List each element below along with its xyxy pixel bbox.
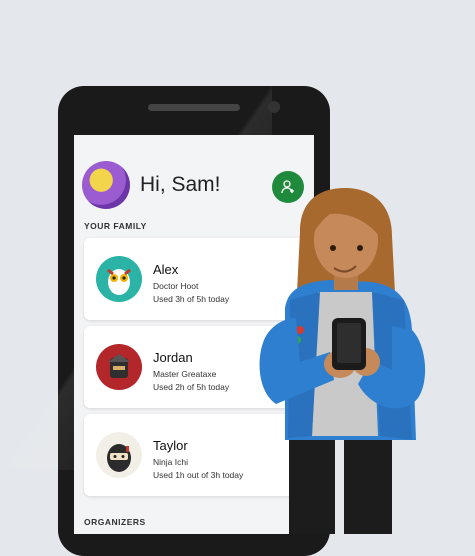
family-section-label: YOUR FAMILY <box>84 221 147 231</box>
greeting-title: Hi, Sam! <box>140 173 221 196</box>
member-name: Alex <box>153 262 179 277</box>
member-usage: Used 1h out of 3h today <box>153 470 244 480</box>
add-person-icon <box>281 180 294 194</box>
member-gamertag: Ninja Ichi <box>153 457 188 467</box>
phone-speaker <box>148 104 240 111</box>
family-member-card[interactable]: Alex Doctor Hoot Used 3h of 5h today <box>84 238 314 320</box>
owl-avatar-icon <box>96 256 142 302</box>
member-usage: Used 2h of 5h today <box>153 382 230 392</box>
family-member-card[interactable]: Taylor Ninja Ichi Used 1h out of 3h toda… <box>84 414 314 496</box>
handheld-phone <box>332 318 366 370</box>
user-avatar[interactable] <box>82 161 130 209</box>
ninja-avatar-icon <box>96 432 142 478</box>
organizers-section-label: ORGANIZERS <box>84 517 146 527</box>
phone-screen: Hi, Sam! YOUR FAMILY Alex Doctor Hoot Us… <box>74 135 314 534</box>
member-name: Taylor <box>153 438 188 453</box>
member-gamertag: Master Greataxe <box>153 369 217 379</box>
family-member-card[interactable]: Jordan Master Greataxe Used 2h of 5h tod… <box>84 326 314 408</box>
warrior-avatar-icon <box>96 344 142 390</box>
member-gamertag: Doctor Hoot <box>153 281 199 291</box>
member-usage: Used 3h of 5h today <box>153 294 230 304</box>
member-name: Jordan <box>153 350 193 365</box>
phone-camera <box>268 101 280 113</box>
add-user-button[interactable] <box>272 171 304 203</box>
